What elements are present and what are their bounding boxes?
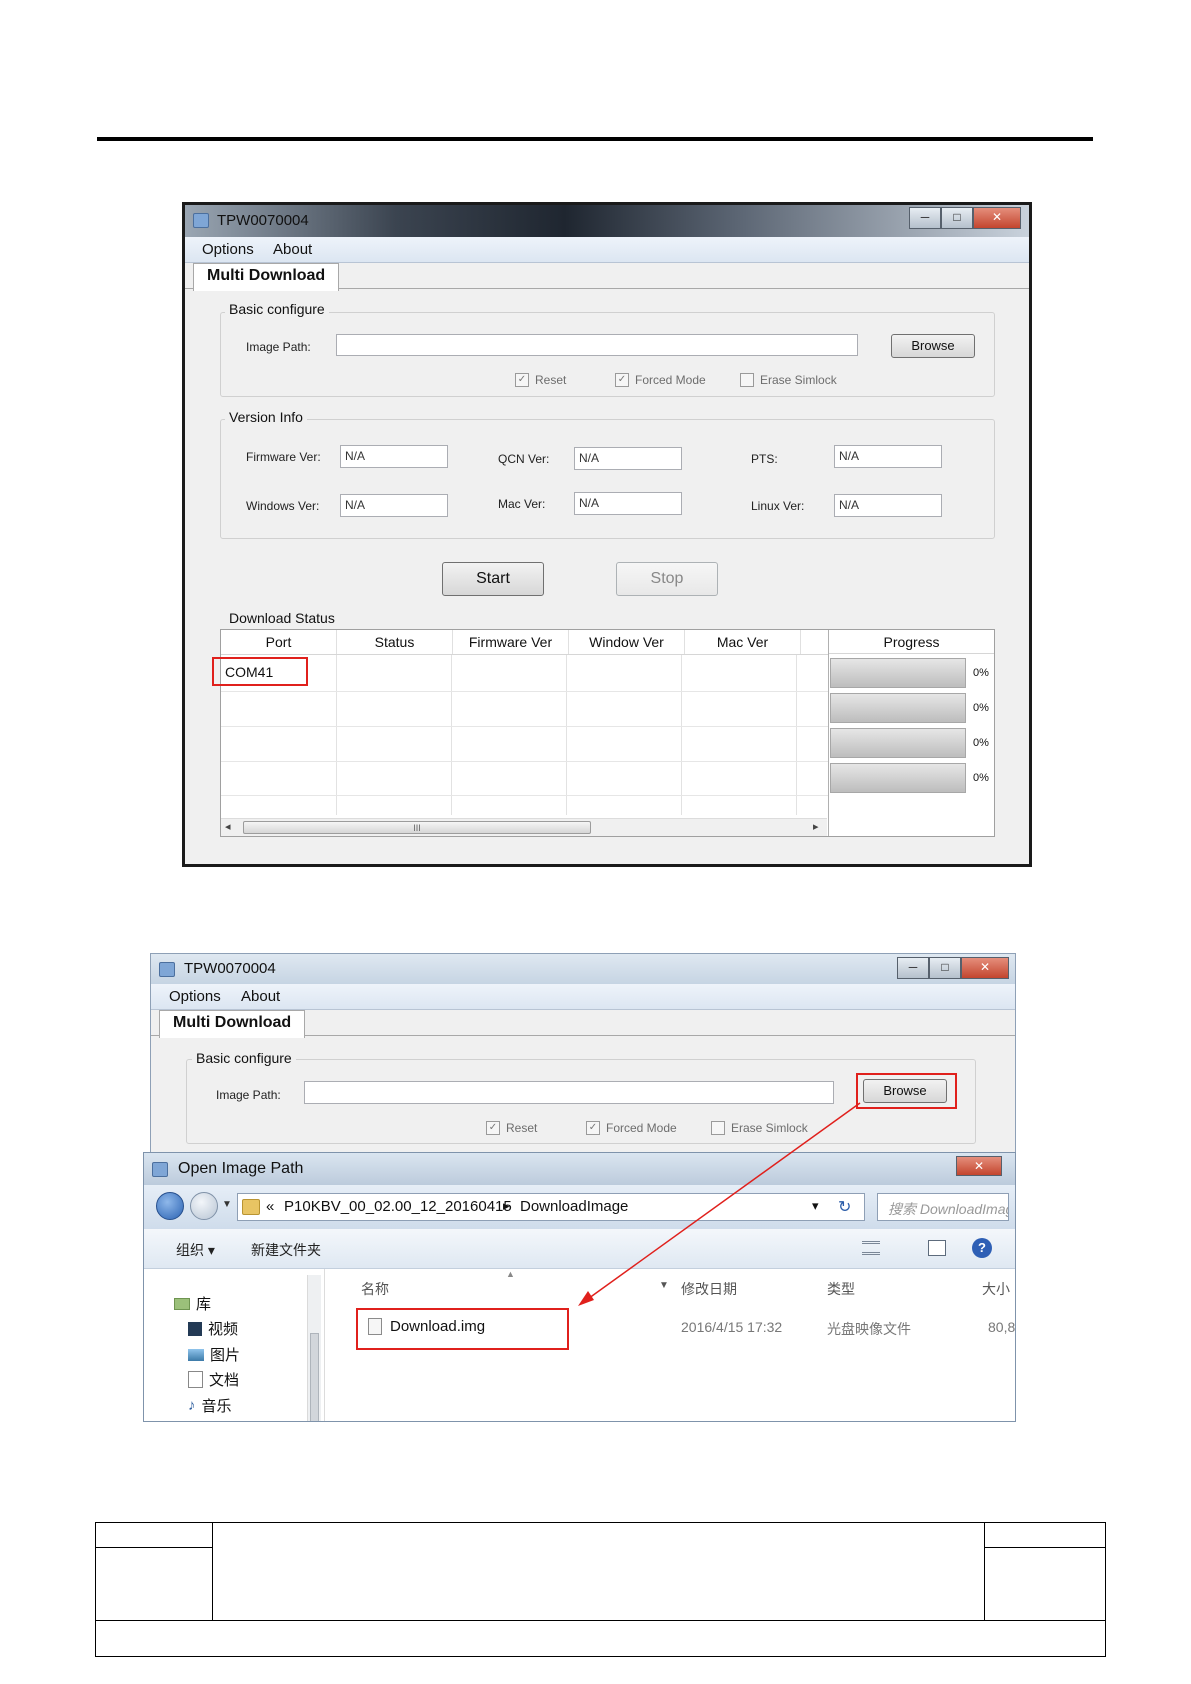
- annotation-arrow: [578, 1102, 861, 1306]
- arrow-head-icon: [578, 1291, 594, 1306]
- table-rule: [96, 1620, 1105, 1621]
- footer-table: [95, 1522, 1106, 1657]
- table-rule: [212, 1523, 213, 1620]
- arrow-line: [584, 1102, 861, 1302]
- table-rule: [984, 1523, 985, 1620]
- table-rule: [984, 1547, 1105, 1548]
- table-rule: [96, 1547, 212, 1548]
